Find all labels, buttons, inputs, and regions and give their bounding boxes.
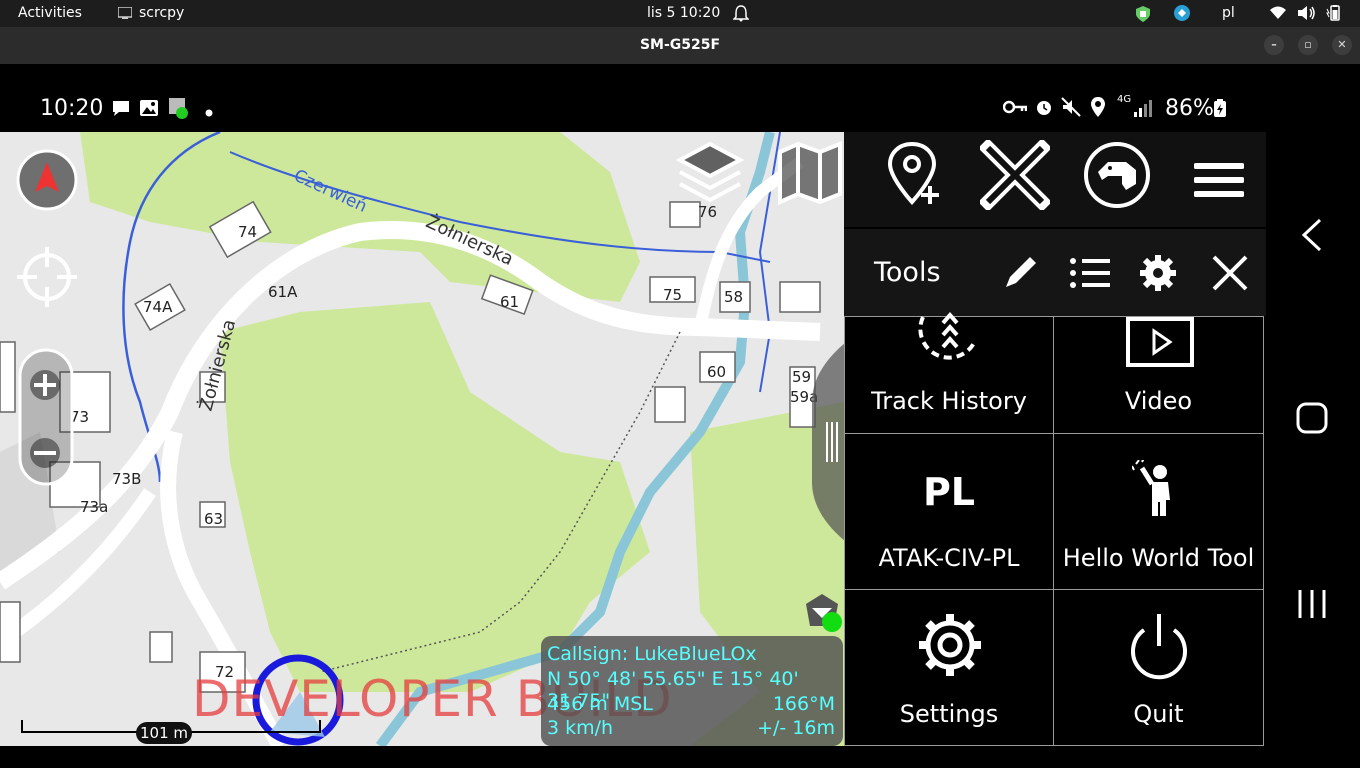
location-icon (1090, 96, 1106, 122)
tool-settings[interactable]: Settings (844, 589, 1054, 746)
scale-label: 101 m (136, 722, 192, 744)
speed-text: 3 km/h (547, 717, 614, 739)
recent-apps-icon[interactable] (1296, 588, 1328, 624)
add-point-icon[interactable] (884, 140, 944, 214)
window-title: SM-G525F (639, 37, 721, 53)
callsign-text: Callsign: LukeBlueLOx (547, 643, 757, 665)
close-tool-icon[interactable] (978, 138, 1052, 214)
activities-button[interactable]: Activities (18, 5, 82, 21)
main-toolbar (844, 132, 1266, 227)
maximize-button[interactable]: ▫ (1298, 35, 1318, 55)
keyboard-layout-indicator[interactable]: pl (1222, 5, 1235, 21)
home-icon[interactable] (1296, 402, 1328, 438)
sync-icon[interactable] (1174, 5, 1190, 25)
waving-person-icon (1131, 457, 1182, 524)
heading-text: 166°M (772, 693, 835, 715)
tool-label: Video (1124, 387, 1193, 415)
atak-notification-icon (167, 96, 191, 124)
key-icon (1002, 98, 1028, 120)
network-type-label: 4G (1117, 94, 1132, 105)
altitude-text: 456 m MSL (547, 693, 653, 715)
house-number: 61A (268, 283, 298, 301)
panel-drag-handle[interactable] (812, 342, 844, 546)
atak-status-icon[interactable] (800, 590, 844, 638)
zoom-out-button[interactable] (28, 436, 62, 474)
more-notifications-dot (205, 102, 213, 121)
gear-icon[interactable] (1138, 253, 1178, 297)
tool-atak-civ-pl[interactable]: PL ATAK-CIV-PL (844, 433, 1054, 590)
tool-label: Quit (1133, 700, 1184, 728)
house-number: 60 (707, 363, 726, 381)
compass-button[interactable] (15, 148, 79, 216)
house-number: 74 (238, 223, 257, 241)
house-number: 75 (663, 286, 682, 304)
house-number: 74A (143, 298, 173, 316)
house-number: 58 (724, 288, 743, 306)
app-menu-label[interactable]: scrcpy (139, 5, 184, 21)
gallery-notification-icon (139, 98, 159, 122)
pl-badge-icon: PL (922, 470, 976, 514)
tool-track-history[interactable]: Track History (844, 311, 1054, 434)
house-number: 59 (792, 368, 811, 386)
window-title-bar: SM-G525F – ▫ ✕ (0, 27, 1360, 64)
tools-header: Tools (844, 229, 1266, 316)
close-window-button[interactable]: ✕ (1332, 35, 1352, 55)
house-number: 61 (500, 293, 519, 311)
chat-notification-icon (111, 98, 131, 122)
power-icon (1126, 610, 1192, 684)
map-icon[interactable] (776, 140, 844, 210)
minimize-button[interactable]: – (1264, 35, 1284, 55)
tools-title: Tools (874, 257, 941, 288)
tool-video[interactable]: Video (1053, 316, 1264, 434)
locate-self-button[interactable] (14, 244, 80, 314)
bell-icon (732, 4, 750, 26)
house-number: 63 (204, 510, 223, 528)
android-time: 10:20 (40, 96, 104, 121)
house-number: 73B (112, 470, 141, 488)
shield-icon[interactable] (1136, 6, 1150, 26)
pencil-icon[interactable] (1000, 253, 1040, 297)
tool-quit[interactable]: Quit (1053, 589, 1264, 746)
dog-icon[interactable] (1082, 140, 1152, 214)
battery-icon[interactable] (1326, 5, 1342, 25)
bottom-letterbox (0, 746, 1360, 768)
battery-charging-icon (1213, 98, 1227, 122)
track-history-icon (915, 311, 985, 371)
android-status-bar: 10:20 4G 86% (0, 82, 1266, 132)
video-icon (1126, 317, 1194, 371)
volume-icon[interactable] (1298, 6, 1316, 24)
tool-label: ATAK-CIV-PL (878, 544, 1020, 572)
location-info-box[interactable]: Callsign: LukeBlueLOx N 50° 48' 55.65" E… (541, 636, 843, 746)
close-panel-icon[interactable] (1210, 253, 1250, 297)
layers-icon[interactable] (675, 140, 745, 212)
android-nav-bar (1266, 132, 1360, 746)
mute-icon (1061, 97, 1081, 121)
desktop-top-bar: Activities scrcpy lis 5 10:20 pl (0, 0, 1360, 27)
accuracy-text: +/- 16m (757, 717, 835, 739)
alarm-icon (1034, 97, 1054, 121)
scrcpy-app-icon (117, 6, 133, 23)
tool-label: Settings (899, 700, 999, 728)
signal-icon (1133, 98, 1155, 122)
tool-label: Hello World Tool (1062, 544, 1255, 572)
wifi-icon[interactable] (1270, 6, 1286, 23)
desktop-clock[interactable]: lis 5 10:20 (647, 5, 720, 21)
back-icon[interactable] (1300, 218, 1324, 256)
tool-hello-world[interactable]: Hello World Tool (1053, 433, 1264, 590)
hamburger-menu-icon[interactable] (1193, 160, 1245, 204)
battery-percent: 86% (1165, 96, 1214, 121)
list-icon[interactable] (1068, 253, 1112, 297)
settings-gear-icon (915, 610, 985, 684)
house-number: 73a (80, 498, 108, 516)
zoom-in-button[interactable] (28, 368, 62, 406)
tool-label: Track History (871, 387, 1027, 415)
